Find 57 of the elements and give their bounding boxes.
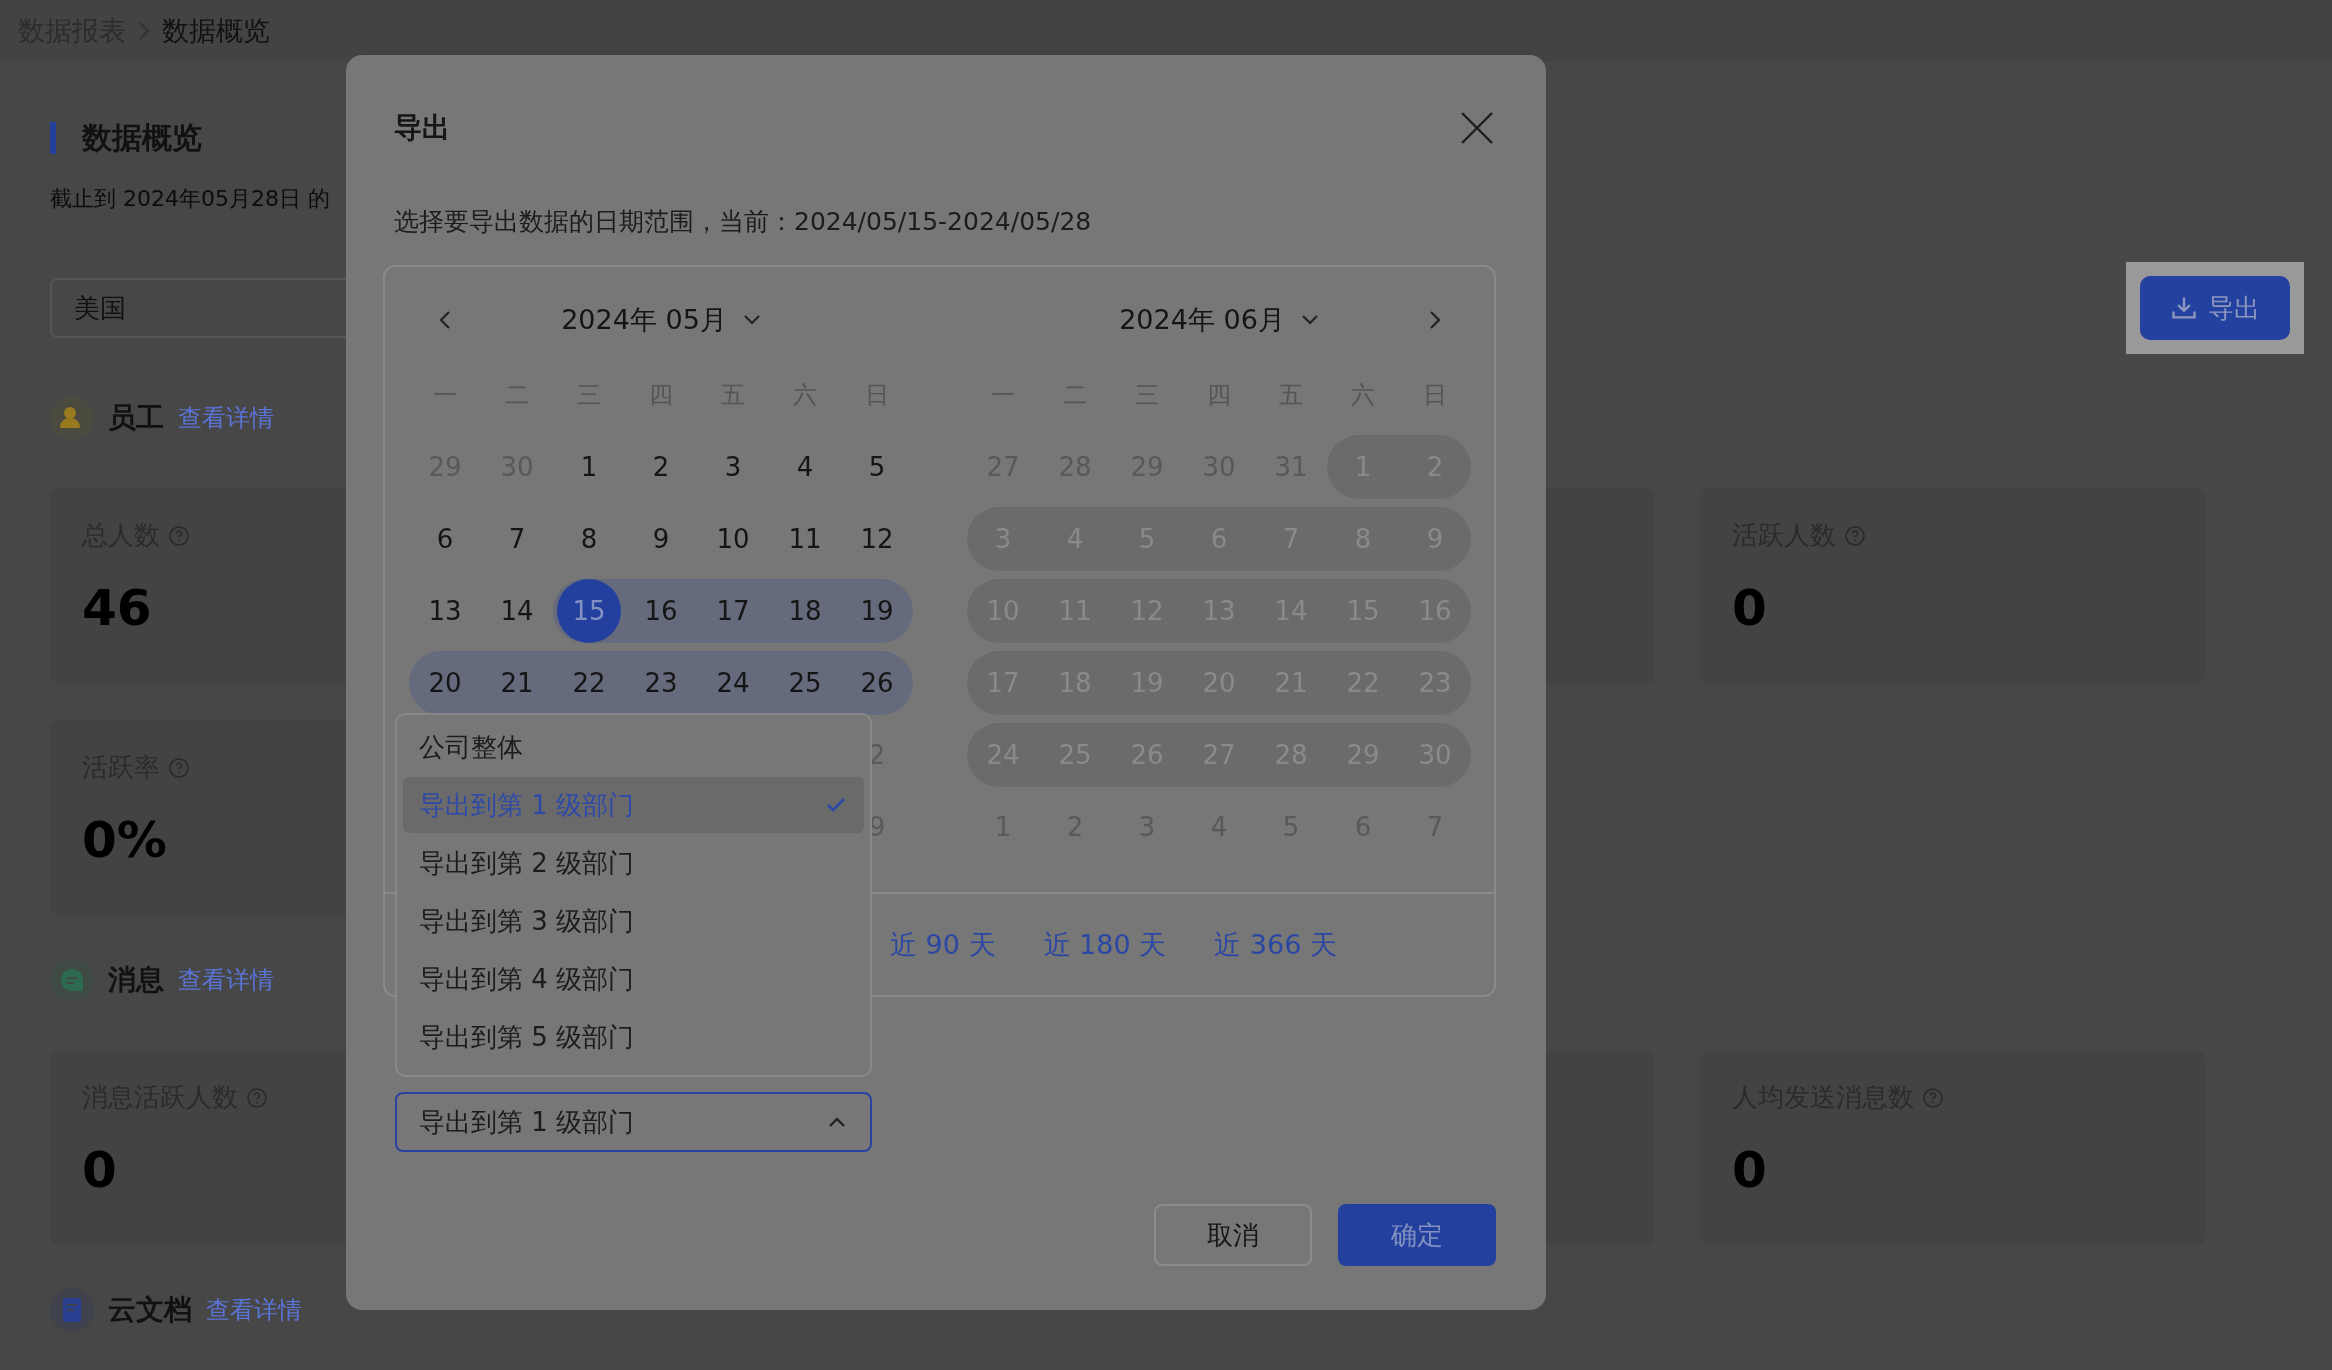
document-icon <box>50 1288 94 1332</box>
chevron-down-icon <box>742 314 761 326</box>
help-icon[interactable] <box>1844 524 1866 547</box>
chevron-left-icon[interactable] <box>438 309 452 331</box>
calendar-day[interactable]: 10 <box>701 507 765 571</box>
calendar-day[interactable]: 9 <box>629 507 693 571</box>
calendar-day[interactable]: 2 <box>629 435 693 499</box>
calendar-day[interactable]: 11 <box>773 507 837 571</box>
dropdown-option[interactable]: 公司整体 <box>403 719 864 775</box>
month-selector[interactable]: 2024年 06月 <box>1119 302 1319 338</box>
help-icon[interactable] <box>1922 1086 1944 1109</box>
dropdown-option[interactable]: 导出到第 5 级部门 <box>403 1009 864 1065</box>
help-icon[interactable] <box>168 756 190 779</box>
chat-bubble-icon <box>50 958 94 1002</box>
view-details-link[interactable]: 查看详情 <box>178 402 274 434</box>
chevron-up-icon <box>828 1116 846 1128</box>
confirm-button[interactable]: 确定 <box>1338 1204 1496 1266</box>
chevron-right-icon[interactable] <box>1428 309 1442 331</box>
date-shortcut-link[interactable]: 近 90 天 <box>890 926 996 963</box>
person-icon <box>50 396 94 440</box>
dropdown-option[interactable]: 导出到第 1 级部门 <box>403 777 864 833</box>
help-icon[interactable] <box>246 1086 268 1109</box>
stat-value: 46 <box>82 579 152 637</box>
view-details-link[interactable]: 查看详情 <box>178 964 274 996</box>
dialog-title: 导出 <box>394 110 450 146</box>
calendar-day[interactable]: 5 <box>845 435 909 499</box>
calendar-day[interactable]: 14 <box>485 579 549 643</box>
calendar-day[interactable]: 6 <box>413 507 477 571</box>
title-accent-bar <box>50 122 56 154</box>
dropdown-option[interactable]: 导出到第 2 级部门 <box>403 835 864 891</box>
calendar-day[interactable]: 13 <box>413 579 477 643</box>
calendar-day[interactable]: 8 <box>557 507 621 571</box>
stat-value: 0% <box>82 811 167 869</box>
checkmark-icon <box>826 797 846 813</box>
help-icon[interactable] <box>168 524 190 547</box>
date-shortcut-link[interactable]: 近 366 天 <box>1214 926 1337 963</box>
page-subtitle: 截止到 2024年05月28日 的 <box>50 185 331 213</box>
close-icon[interactable] <box>1459 110 1495 146</box>
calendar-day[interactable]: 7 <box>485 507 549 571</box>
dropdown-option[interactable]: 导出到第 4 级部门 <box>403 951 864 1007</box>
cancel-button[interactable]: 取消 <box>1154 1204 1312 1266</box>
stat-value: 0 <box>82 1141 117 1199</box>
calendar-day[interactable]: 4 <box>773 435 837 499</box>
calendar-day[interactable]: 1 <box>557 435 621 499</box>
calendar-day[interactable]: 15 <box>557 579 621 643</box>
view-details-link[interactable]: 查看详情 <box>206 1294 302 1326</box>
calendar-day[interactable]: 12 <box>845 507 909 571</box>
dropdown-option[interactable]: 导出到第 3 级部门 <box>403 893 864 949</box>
chevron-down-icon <box>1300 314 1319 326</box>
dialog-description: 选择要导出数据的日期范围，当前：2024/05/15-2024/05/28 <box>393 206 1093 238</box>
stat-value: 0 <box>1732 579 1767 637</box>
level-select[interactable]: 导出到第 1 级部门 <box>395 1092 872 1152</box>
calendar-day[interactable]: 3 <box>701 435 765 499</box>
month-selector[interactable]: 2024年 05月 <box>561 302 761 338</box>
date-shortcut-link[interactable]: 近 180 天 <box>1043 926 1167 963</box>
export-button[interactable]: 导出 <box>2140 276 2290 340</box>
stat-value: 0 <box>1732 1141 1767 1199</box>
